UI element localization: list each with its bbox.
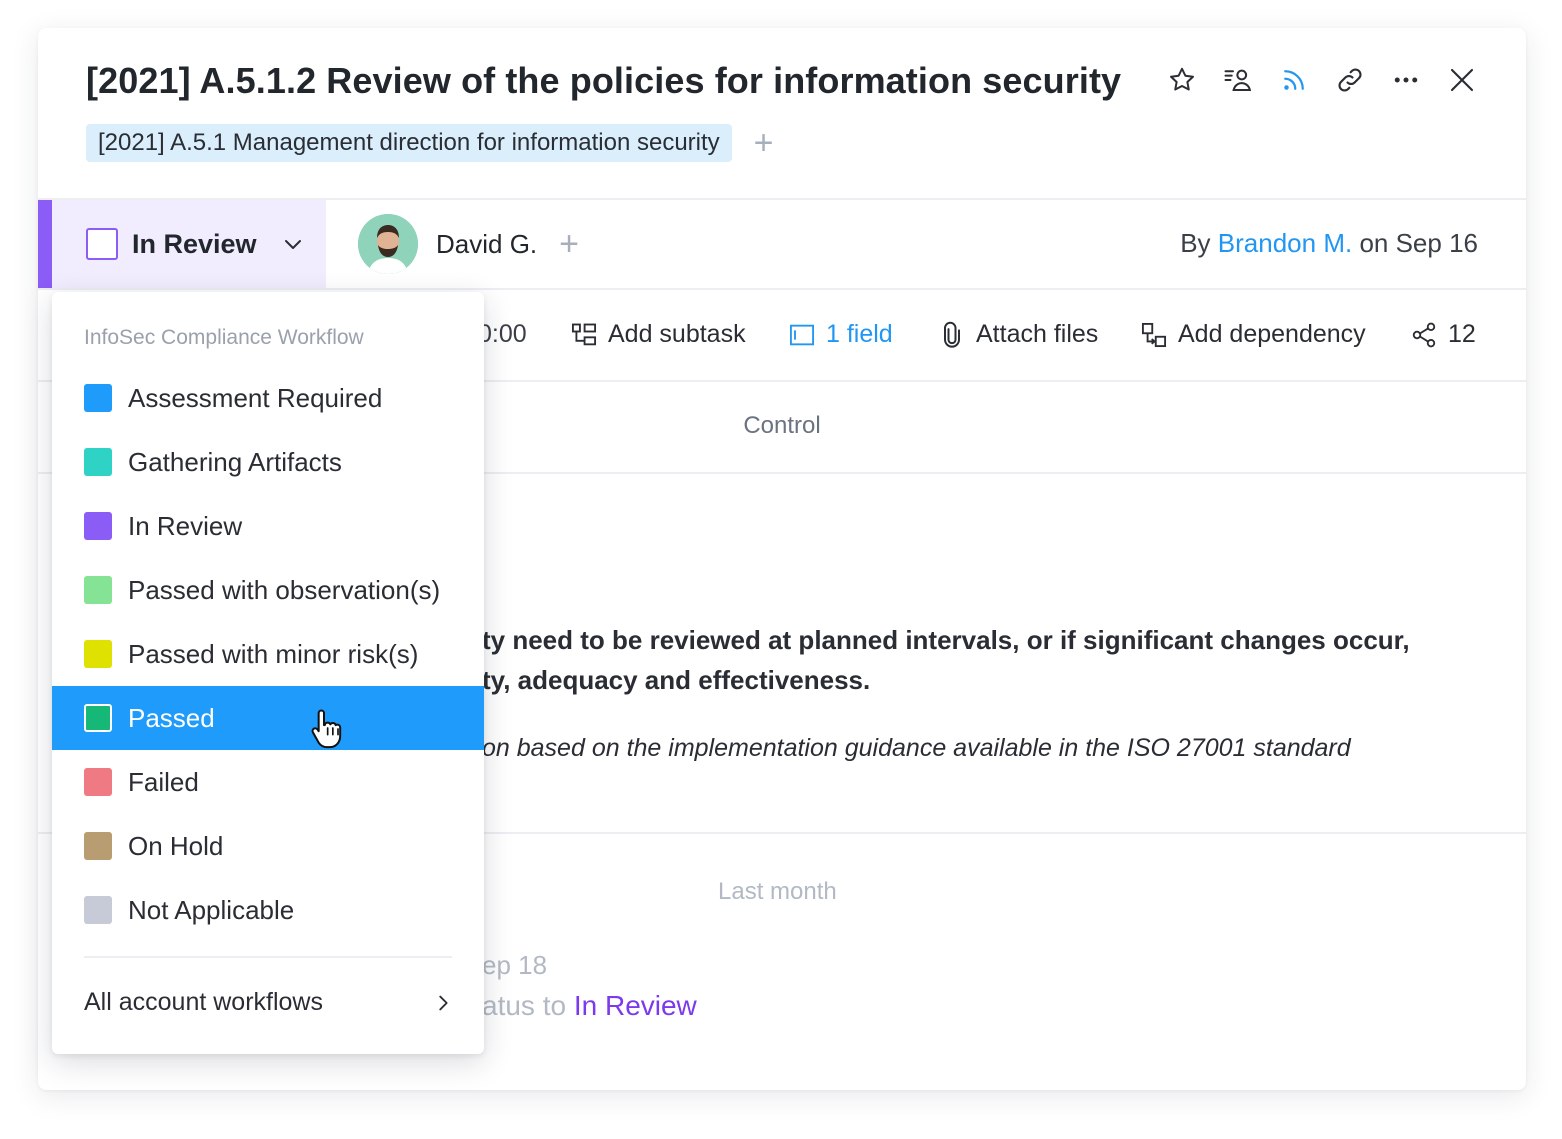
status-checkbox[interactable] xyxy=(86,228,118,260)
fields-button[interactable]: 1 field xyxy=(788,320,893,349)
author-date: on Sep 16 xyxy=(1359,228,1478,258)
attach-files-button[interactable]: Attach files xyxy=(938,320,1098,349)
status-option[interactable]: Not Applicable xyxy=(52,878,484,942)
subtask-icon xyxy=(571,323,597,345)
more-icon[interactable] xyxy=(1388,62,1424,98)
add-dependency-button[interactable]: Add dependency xyxy=(1140,320,1366,349)
status-option-label: Gathering Artifacts xyxy=(128,446,342,477)
status-option-label: On Hold xyxy=(128,830,224,861)
add-assignee-plus-icon[interactable]: + xyxy=(559,227,579,261)
status-option-label: Failed xyxy=(128,766,199,797)
status-color-swatch xyxy=(84,768,112,796)
header-actions xyxy=(1164,62,1480,98)
parent-tags: [2021] A.5.1 Management direction for in… xyxy=(86,124,774,162)
status-option[interactable]: Gathering Artifacts xyxy=(52,430,484,494)
status-option[interactable]: Passed xyxy=(52,686,484,750)
author-prefix: By xyxy=(1180,228,1211,258)
dropdown-divider xyxy=(84,956,452,958)
author-line: By Brandon M. on Sep 16 xyxy=(1180,228,1478,259)
parent-tag[interactable]: [2021] A.5.1 Management direction for in… xyxy=(86,124,732,162)
status-option[interactable]: In Review xyxy=(52,494,484,558)
status-color-swatch xyxy=(84,576,112,604)
status-dropdown: InfoSec Compliance Workflow Assessment R… xyxy=(52,292,484,1054)
all-workflows-item[interactable]: All account workflows xyxy=(84,988,454,1017)
add-tag-plus-icon[interactable]: + xyxy=(754,126,774,160)
status-option[interactable]: Passed with minor risk(s) xyxy=(52,622,484,686)
add-dependency-label: Add dependency xyxy=(1178,320,1366,348)
description-italic: on based on the implementation guidance … xyxy=(482,734,1351,762)
paperclip-icon xyxy=(944,321,960,348)
add-subtask-label: Add subtask xyxy=(608,320,746,348)
status-label: In Review xyxy=(132,228,257,259)
add-subtask-button[interactable]: Add subtask xyxy=(570,320,746,349)
activity-entry: atus to In Review xyxy=(482,990,697,1022)
chevron-right-icon xyxy=(439,995,448,1010)
status-color-swatch xyxy=(84,704,112,732)
activity-status-link[interactable]: In Review xyxy=(574,990,697,1021)
status-color-swatch xyxy=(84,896,112,924)
feed-icon[interactable] xyxy=(1276,62,1312,98)
status-option-list: Assessment Required Gathering Artifacts In… xyxy=(52,366,484,942)
author-link[interactable]: Brandon M. xyxy=(1218,228,1352,258)
activity-date: ep 18 xyxy=(482,950,548,980)
status-option-label: Passed xyxy=(128,702,215,733)
share-icon xyxy=(1412,322,1436,347)
status-color-swatch xyxy=(84,384,112,412)
status-option[interactable]: On Hold xyxy=(52,814,484,878)
dependency-icon xyxy=(1141,322,1167,347)
share-count: 12 xyxy=(1448,320,1476,348)
description-line: ty need to be reviewed at planned interv… xyxy=(482,625,1410,655)
time-tracker[interactable]: 0:00 xyxy=(478,320,527,349)
status-option-label: Passed with minor risk(s) xyxy=(128,638,419,669)
status-option-label: Passed with observation(s) xyxy=(128,574,441,605)
chevron-down-icon xyxy=(284,240,301,249)
fields-label: 1 field xyxy=(826,320,893,348)
close-icon[interactable] xyxy=(1444,62,1480,98)
status-option-label: Assessment Required xyxy=(128,382,383,413)
link-icon[interactable] xyxy=(1332,62,1368,98)
avatar[interactable] xyxy=(358,214,418,274)
description-line: ty, adequacy and effectiveness. xyxy=(482,665,871,695)
status-option-label: Not Applicable xyxy=(128,894,295,925)
activity-text: atus to xyxy=(482,990,567,1021)
share-button[interactable]: 12 xyxy=(1410,320,1476,349)
star-icon[interactable] xyxy=(1164,62,1200,98)
status-option[interactable]: Passed with observation(s) xyxy=(52,558,484,622)
activity-month: Last month xyxy=(718,878,837,905)
dropdown-header: InfoSec Compliance Workflow xyxy=(84,326,364,349)
status-option[interactable]: Failed xyxy=(52,750,484,814)
status-color-swatch xyxy=(84,640,112,668)
description-bold: ty need to be reviewed at planned interv… xyxy=(482,620,1410,700)
status-color-swatch xyxy=(84,448,112,476)
assign-icon[interactable] xyxy=(1220,62,1256,98)
status-color-swatch xyxy=(84,512,112,540)
task-title[interactable]: [2021] A.5.1.2 Review of the policies fo… xyxy=(86,60,1121,102)
attach-files-label: Attach files xyxy=(976,320,1099,348)
assignee: David G. + xyxy=(358,214,579,274)
assignee-name[interactable]: David G. xyxy=(436,229,537,260)
status-bar: In Review David G. + By Brandon M. on Se… xyxy=(38,198,1526,290)
status-option-label: In Review xyxy=(128,510,243,541)
status-picker[interactable]: In Review xyxy=(38,200,326,288)
status-option[interactable]: Assessment Required xyxy=(52,366,484,430)
all-workflows-label: All account workflows xyxy=(84,988,323,1016)
field-icon xyxy=(789,324,815,345)
status-color-swatch xyxy=(84,832,112,860)
